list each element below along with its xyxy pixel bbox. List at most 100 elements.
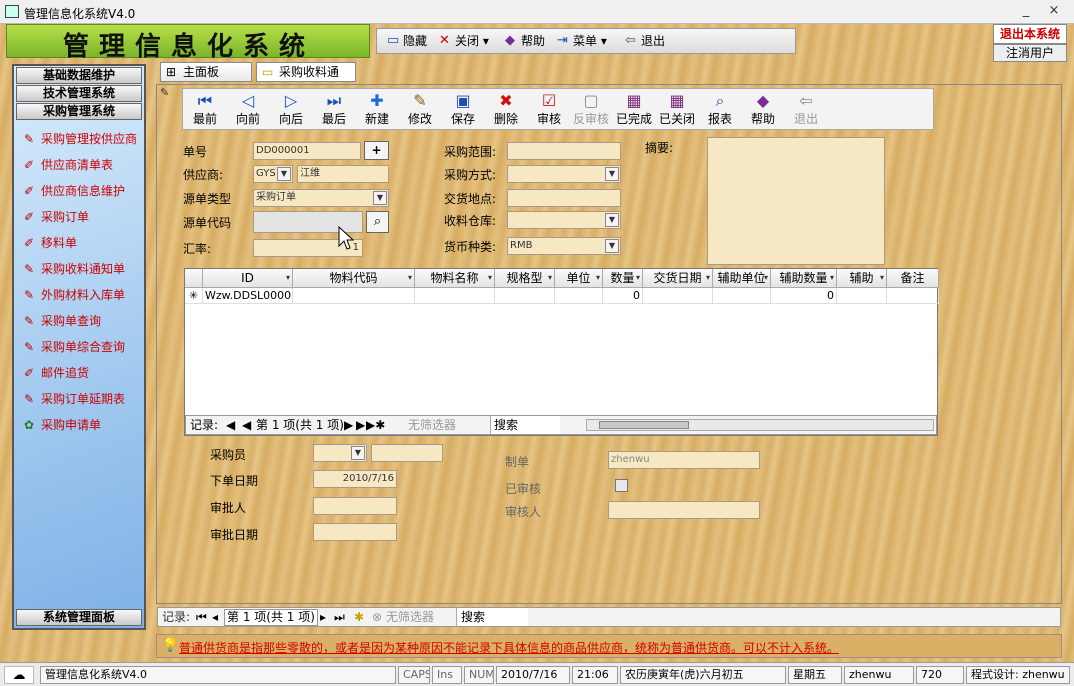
sidebar-header-tech[interactable]: 技术管理系统 — [16, 85, 142, 102]
exit-system-button[interactable]: 退出本系统 — [993, 24, 1067, 44]
sort-arrow-icon[interactable]: ▾ — [880, 269, 884, 287]
search-icon[interactable]: ⌕ — [366, 211, 389, 233]
grid-column-header[interactable]: 物料名称 ▾ — [415, 269, 495, 288]
sidebar-item-order-query[interactable]: ✎ 采购单查询 — [22, 312, 101, 330]
supplier-name-field[interactable]: 江维 — [297, 165, 389, 183]
first-record-icon[interactable]: ◀ — [226, 416, 235, 434]
horizontal-scrollbar[interactable] — [586, 419, 934, 431]
menu-hide[interactable]: ▭ 隐藏 — [385, 29, 427, 53]
grid-cell[interactable] — [555, 288, 603, 304]
grid-column-header[interactable]: 单位 ▾ — [555, 269, 603, 288]
toolbar-button-11[interactable]: ▦ 已关闭 — [656, 90, 698, 130]
order-date-field[interactable]: 2010/7/16 — [313, 470, 397, 488]
menu-help[interactable]: ◆ 帮助 — [503, 29, 545, 53]
sidebar-item-supplier-info[interactable]: ✐ 供应商信息维护 — [22, 182, 125, 200]
toolbar-button-5[interactable]: ✎ 修改 — [399, 90, 441, 130]
sidebar-item-delay-report[interactable]: ✎ 采购订单延期表 — [22, 390, 125, 408]
next-record-icon[interactable]: ▶ — [344, 416, 353, 434]
toolbar-button-9[interactable]: ▢ 反审核 — [570, 90, 612, 130]
place-field[interactable] — [507, 189, 621, 207]
summary-textarea[interactable] — [707, 137, 885, 265]
toolbar-button-12[interactable]: ⌕ 报表 — [699, 90, 741, 130]
new-record-icon[interactable]: ✱ — [354, 608, 364, 626]
sort-arrow-icon[interactable]: ▾ — [286, 269, 290, 287]
menu-close[interactable]: ✕ 关闭 ▾ — [437, 29, 489, 53]
sort-arrow-icon[interactable]: ▾ — [830, 269, 834, 287]
maker-field[interactable]: zhenwu — [608, 451, 760, 469]
menu-menu[interactable]: ⇥ 菜单 ▾ — [555, 29, 607, 53]
grid-cell[interactable] — [837, 288, 887, 304]
grid-column-header[interactable]: 交货日期 ▾ — [643, 269, 713, 288]
no-filter-label[interactable]: 无筛选器 — [386, 608, 434, 626]
sort-arrow-icon[interactable]: ▾ — [706, 269, 710, 287]
currency-select[interactable]: RMB ▼ — [507, 237, 621, 255]
sidebar-item-purchase-by-supplier[interactable]: ✎ 采购管理按供应商 — [22, 130, 137, 148]
sidebar-footer-system-panel[interactable]: 系统管理面板 — [16, 609, 142, 626]
filter-icon[interactable]: ⊗ — [372, 608, 382, 626]
grid-column-header[interactable]: 备注 — [887, 269, 939, 288]
grid-cell[interactable] — [713, 288, 771, 304]
chevron-down-icon[interactable]: ▼ — [605, 213, 619, 227]
logout-button[interactable]: 注消用户 — [993, 44, 1067, 62]
sort-arrow-icon[interactable]: ▾ — [488, 269, 492, 287]
toolbar-button-2[interactable]: ▷ 向后 — [270, 90, 312, 130]
grid-column-header[interactable]: 辅助单位 ▾ — [713, 269, 771, 288]
sidebar-item-receipt-notice[interactable]: ✎ 采购收料通知单 — [22, 260, 125, 278]
sort-arrow-icon[interactable]: ▾ — [764, 269, 768, 287]
last-record-icon[interactable]: ⏭ — [334, 608, 345, 626]
sidebar-item-supplier-list[interactable]: ✐ 供应商清单表 — [22, 156, 113, 174]
page-indicator[interactable]: 第 1 项(共 1 项) — [256, 416, 344, 434]
grid-column-header[interactable]: 辅助 ▾ — [837, 269, 887, 288]
warehouse-select[interactable]: ▼ — [507, 211, 621, 229]
audited-checkbox[interactable] — [615, 479, 628, 492]
sidebar-item-order-full-query[interactable]: ✎ 采购单综合查询 — [22, 338, 125, 356]
grid-cell[interactable]: Wzw.DDSL000011 — [203, 288, 293, 304]
chevron-down-icon[interactable]: ▼ — [373, 191, 387, 205]
grid-column-header[interactable]: 物料代码 ▾ — [293, 269, 415, 288]
sort-arrow-icon[interactable]: ▾ — [636, 269, 640, 287]
grid-column-header[interactable]: ID ▾ — [203, 269, 293, 288]
scope-field[interactable] — [507, 142, 621, 160]
toolbar-button-14[interactable]: ⇦ 退出 — [785, 90, 827, 130]
prev-record-icon[interactable]: ◀ — [242, 416, 251, 434]
grid-column-header[interactable]: 规格型 ▾ — [495, 269, 555, 288]
scrollbar-thumb[interactable] — [599, 421, 689, 429]
toolbar-button-6[interactable]: ▣ 保存 — [442, 90, 484, 130]
menu-exit[interactable]: ⇦ 退出 — [623, 29, 665, 53]
minimize-button[interactable]: _ — [1018, 4, 1034, 20]
toolbar-button-10[interactable]: ▦ 已完成 — [613, 90, 655, 130]
buyer-select[interactable]: ▼ — [313, 444, 367, 462]
tab-main-panel[interactable]: ⊞ 主面板 — [160, 62, 252, 82]
grid-cell[interactable] — [643, 288, 713, 304]
search-box[interactable]: 搜索 — [490, 416, 560, 434]
buyer-name-field[interactable] — [371, 444, 443, 462]
sidebar-item-inbound[interactable]: ✎ 外购材料入库单 — [22, 286, 125, 304]
grid-cell[interactable]: 0 — [771, 288, 837, 304]
new-record-icon[interactable]: ▶✱ — [366, 416, 385, 434]
sidebar-item-transfer[interactable]: ✐ 移料单 — [22, 234, 77, 252]
grid-column-header[interactable]: 辅助数量 ▾ — [771, 269, 837, 288]
toolbar-button-0[interactable]: ⏮ 最前 — [184, 90, 226, 130]
last-record-icon[interactable]: ▶ — [356, 416, 365, 434]
grid-cell[interactable]: 0 — [603, 288, 643, 304]
toolbar-button-7[interactable]: ✖ 删除 — [485, 90, 527, 130]
chevron-down-icon[interactable]: ▼ — [277, 167, 291, 181]
sort-arrow-icon[interactable]: ▾ — [408, 269, 412, 287]
approver-field[interactable] — [313, 497, 397, 515]
toolbar-button-4[interactable]: ✚ 新建 — [356, 90, 398, 130]
toolbar-button-13[interactable]: ◆ 帮助 — [742, 90, 784, 130]
auditor-field[interactable] — [608, 501, 760, 519]
tab-receipt-notice[interactable]: ▭采购收料通知 — [256, 62, 356, 97]
grid-cell[interactable] — [495, 288, 555, 304]
grid-cell[interactable] — [293, 288, 415, 304]
grid-cell[interactable] — [415, 288, 495, 304]
chevron-down-icon[interactable]: ▼ — [605, 167, 619, 181]
order-no-field[interactable]: DD000001 — [253, 142, 361, 160]
sidebar-header-basic-data[interactable]: 基础数据维护 — [16, 67, 142, 84]
grid-column-header[interactable]: 数量 ▾ — [603, 269, 643, 288]
sidebar-item-mail-chase[interactable]: ✐ 邮件追货 — [22, 364, 89, 382]
page-indicator[interactable]: 第 1 项(共 1 项) — [224, 609, 318, 626]
chevron-down-icon[interactable]: ▼ — [351, 446, 365, 460]
approve-date-field[interactable] — [313, 523, 397, 541]
close-button[interactable]: × — [1046, 4, 1062, 20]
